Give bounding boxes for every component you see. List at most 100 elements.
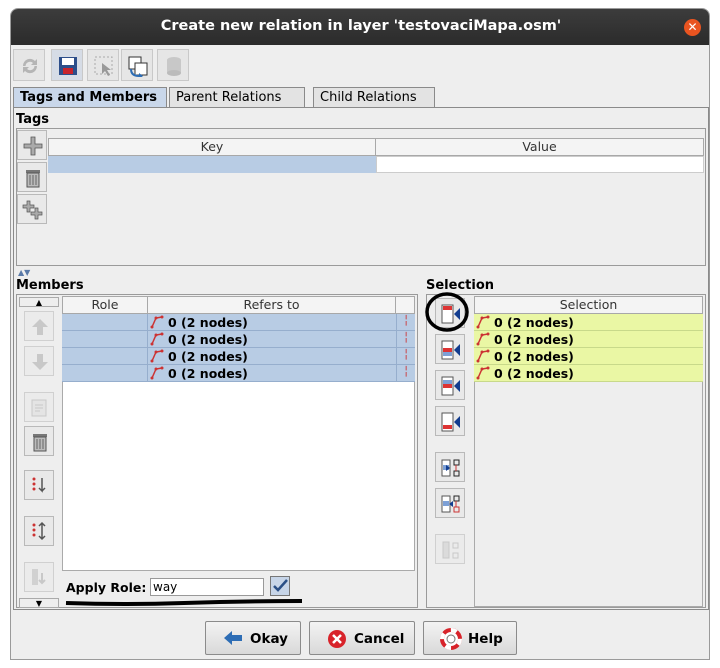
members-refers-header[interactable]: Refers to bbox=[147, 296, 396, 314]
paste-tags-button[interactable] bbox=[17, 194, 47, 224]
way-icon bbox=[150, 349, 164, 363]
delete-tag-button[interactable] bbox=[17, 162, 47, 192]
select-icon bbox=[94, 56, 113, 76]
remove-member-button[interactable] bbox=[24, 426, 54, 456]
add-selected-after-button[interactable] bbox=[435, 370, 465, 400]
way-icon bbox=[476, 315, 490, 329]
scroll-down-button[interactable]: ▼ bbox=[19, 598, 59, 608]
member-refers-text: 0 (2 nodes) bbox=[168, 315, 248, 330]
move-members-button[interactable] bbox=[24, 562, 54, 592]
tab-child-relations[interactable]: Child Relations bbox=[313, 87, 435, 107]
selection-row[interactable]: 0 (2 nodes) bbox=[474, 365, 703, 382]
edit-icon bbox=[31, 399, 47, 417]
move-down-icon bbox=[32, 569, 46, 585]
tab-parent-relations[interactable]: Parent Relations bbox=[169, 87, 305, 107]
selection-row-text: 0 (2 nodes) bbox=[494, 366, 574, 381]
way-icon bbox=[476, 349, 490, 363]
selection-row[interactable]: 0 (2 nodes) bbox=[474, 331, 703, 348]
dialog-button-bar: Okay Cancel Help bbox=[11, 613, 709, 659]
member-refers-text: 0 (2 nodes) bbox=[168, 332, 248, 347]
tab-tags-and-members[interactable]: Tags and Members bbox=[13, 87, 167, 107]
arrow-up-icon bbox=[32, 319, 48, 335]
move-up-button[interactable] bbox=[24, 311, 54, 341]
apply-role-input[interactable] bbox=[150, 578, 264, 596]
members-link-header[interactable] bbox=[395, 296, 415, 314]
selection-row-text: 0 (2 nodes) bbox=[494, 332, 574, 347]
close-icon[interactable]: ✕ bbox=[684, 19, 701, 36]
okay-label: Okay bbox=[250, 631, 288, 647]
selection-row[interactable]: 0 (2 nodes) bbox=[474, 314, 703, 331]
zoom-to-icon bbox=[128, 56, 148, 77]
trash-icon bbox=[26, 170, 40, 188]
delete-from-db-button[interactable] bbox=[157, 49, 189, 81]
reverse-members-button[interactable] bbox=[24, 516, 54, 546]
toolbar bbox=[11, 47, 709, 83]
selection-header[interactable]: Selection bbox=[474, 296, 703, 314]
member-row[interactable]: 0 (2 nodes) ╎ bbox=[62, 314, 415, 331]
save-button[interactable] bbox=[51, 49, 83, 81]
refresh-button[interactable] bbox=[13, 49, 45, 81]
checkmark-icon bbox=[273, 579, 288, 592]
remove-selected-button[interactable] bbox=[435, 488, 465, 518]
members-role-header[interactable]: Role bbox=[62, 296, 148, 314]
member-role-cell[interactable] bbox=[62, 365, 148, 382]
tags-key-header[interactable]: Key bbox=[48, 138, 376, 156]
okay-button[interactable]: Okay bbox=[205, 621, 301, 655]
edit-member-button[interactable] bbox=[24, 392, 54, 422]
splitter-handle[interactable]: ▲▼ bbox=[18, 268, 30, 277]
way-icon bbox=[150, 315, 164, 329]
database-delete-icon bbox=[167, 57, 181, 76]
way-icon bbox=[476, 366, 490, 380]
tags-title: Tags bbox=[16, 112, 50, 127]
member-role-cell[interactable] bbox=[62, 314, 148, 331]
member-row[interactable]: 0 (2 nodes) ╎ bbox=[62, 331, 415, 348]
add-selected-at-end-button[interactable] bbox=[435, 406, 465, 436]
save-icon bbox=[59, 57, 77, 75]
add-selected-before-button[interactable] bbox=[435, 334, 465, 364]
way-icon bbox=[150, 332, 164, 346]
trash-icon bbox=[33, 434, 47, 452]
add-tag-button[interactable] bbox=[17, 130, 47, 160]
help-label: Help bbox=[468, 631, 503, 647]
cancel-button[interactable]: Cancel bbox=[309, 621, 415, 655]
selection-row-text: 0 (2 nodes) bbox=[494, 349, 574, 364]
reverse-icon bbox=[32, 521, 46, 541]
member-row[interactable]: 0 (2 nodes) ╎ bbox=[62, 348, 415, 365]
member-refers-text: 0 (2 nodes) bbox=[168, 366, 248, 381]
window-title: Create new relation in layer 'testovaciM… bbox=[160, 18, 562, 34]
sort-members-button[interactable] bbox=[24, 470, 54, 500]
way-icon bbox=[476, 332, 490, 346]
member-role-cell[interactable] bbox=[62, 331, 148, 348]
way-icon bbox=[150, 366, 164, 380]
selection-row[interactable]: 0 (2 nodes) bbox=[474, 348, 703, 365]
relation-editor-dialog: Create new relation in layer 'testovaciM… bbox=[10, 8, 710, 660]
link-icon: ╎ bbox=[396, 348, 415, 365]
tag-key-cell[interactable] bbox=[48, 156, 376, 173]
member-refers-text: 0 (2 nodes) bbox=[168, 349, 248, 364]
select-in-map-button[interactable] bbox=[435, 534, 465, 564]
back-arrow-icon bbox=[224, 631, 242, 645]
select-button[interactable] bbox=[87, 49, 119, 81]
annotation-underline bbox=[65, 599, 303, 606]
sort-down-icon bbox=[32, 477, 46, 493]
members-title: Members bbox=[16, 278, 84, 293]
zoom-to-button[interactable] bbox=[121, 49, 153, 81]
link-icon: ╎ bbox=[396, 365, 415, 382]
tags-members-panel: Tags Key Value ▲▼ Members ▲ ▼ Role Refer… bbox=[13, 107, 709, 610]
select-in-map-icon bbox=[442, 541, 459, 559]
apply-role-label: Apply Role: bbox=[66, 580, 147, 595]
remove-selected-icon bbox=[441, 495, 460, 513]
tag-value-cell[interactable] bbox=[376, 156, 704, 173]
arrow-down-icon bbox=[32, 354, 48, 370]
scroll-up-button[interactable]: ▲ bbox=[19, 297, 59, 307]
member-row[interactable]: 0 (2 nodes) ╎ bbox=[62, 365, 415, 382]
link-icon: ╎ bbox=[396, 314, 415, 331]
move-down-button[interactable] bbox=[24, 346, 54, 376]
member-role-cell[interactable] bbox=[62, 348, 148, 365]
plus-icon bbox=[23, 136, 43, 156]
select-members-button[interactable] bbox=[435, 452, 465, 482]
multi-plus-icon bbox=[22, 200, 43, 220]
apply-role-button[interactable] bbox=[270, 576, 290, 596]
help-button[interactable]: Help bbox=[423, 621, 517, 655]
tags-value-header[interactable]: Value bbox=[375, 138, 704, 156]
